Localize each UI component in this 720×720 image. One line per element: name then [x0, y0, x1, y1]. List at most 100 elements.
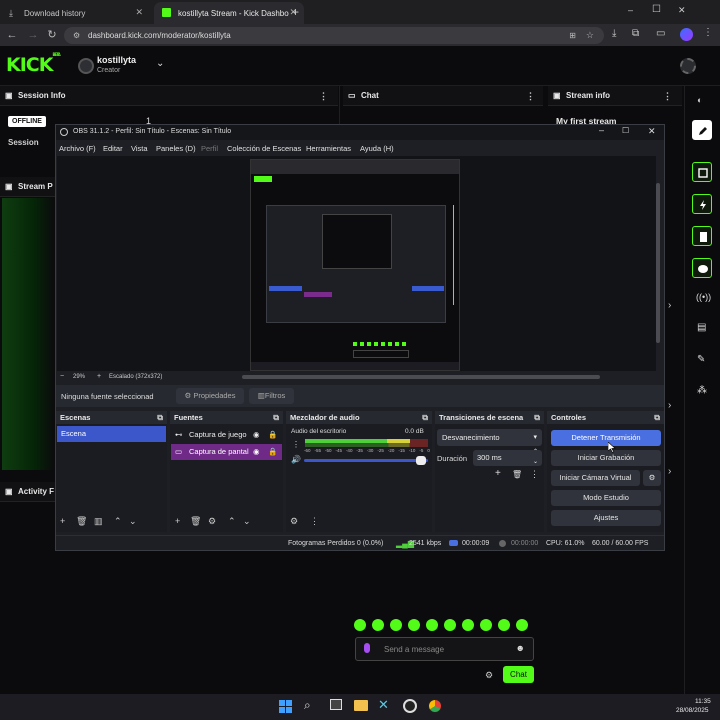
advanced-audio-icon[interactable]: ⚙	[290, 516, 298, 527]
start-recording-button[interactable]: Iniciar Grabación	[551, 450, 661, 466]
notes-button[interactable]	[692, 226, 712, 246]
kick-profile-avatar[interactable]	[680, 58, 696, 74]
preview-horizontal-scrollbar[interactable]	[242, 375, 600, 379]
forward-icon[interactable]: →	[26, 28, 40, 42]
layout-icon[interactable]: ▤	[697, 322, 706, 333]
dock-float-icon[interactable]: ⧉	[273, 411, 279, 424]
dock-float-icon[interactable]: ⧉	[422, 411, 428, 424]
start-virtual-camera-button[interactable]: Iniciar Cámara Virtual	[551, 470, 640, 486]
remove-transition-icon[interactable]: 🗑	[512, 470, 522, 479]
scene-item[interactable]: Escena	[57, 426, 166, 442]
site-info-icon[interactable]: ⚙	[73, 27, 80, 44]
minimize-button[interactable]: –	[628, 5, 633, 15]
source-item[interactable]: ⊷ Captura de juego ◉ 🔒	[171, 427, 282, 443]
menu-paneles[interactable]: Paneles (D)	[156, 144, 196, 153]
tab-download-history[interactable]: ⤓ Download history ✕	[0, 2, 150, 24]
menu-herramientas[interactable]: Herramientas	[306, 144, 351, 153]
obs-close-button[interactable]: ✕	[648, 126, 656, 137]
studio-mode-button[interactable]: Modo Estudio	[551, 490, 661, 506]
obs-taskbar-icon[interactable]	[403, 699, 417, 713]
back-icon[interactable]: ←	[5, 28, 19, 42]
obs-preview-frame[interactable]	[250, 159, 460, 371]
emote-icon[interactable]	[462, 619, 474, 631]
new-tab-button[interactable]: +	[292, 5, 299, 19]
chevron-right-icon[interactable]: ›	[668, 400, 671, 411]
chevron-right-icon[interactable]: ›	[668, 466, 671, 477]
emote-icon[interactable]	[444, 619, 456, 631]
move-down-icon[interactable]: ⌄	[129, 516, 137, 527]
start-button[interactable]	[279, 700, 292, 713]
extensions-icon[interactable]: ⧉	[632, 28, 639, 39]
speaker-icon[interactable]: 🔊	[291, 455, 301, 464]
emote-icon[interactable]	[354, 619, 366, 631]
zoom-in-icon[interactable]: +	[97, 373, 101, 380]
transition-menu-icon[interactable]: ⋮	[530, 469, 539, 480]
visibility-eye-icon[interactable]: ◉	[253, 444, 260, 460]
virtual-camera-settings-button[interactable]: ⚙	[643, 470, 661, 486]
emote-icon[interactable]	[516, 619, 528, 631]
chrome-taskbar-icon[interactable]	[428, 699, 442, 713]
add-transition-icon[interactable]: +	[495, 468, 501, 479]
stream-preview-video[interactable]	[2, 198, 54, 470]
volume-slider[interactable]	[304, 456, 428, 465]
menu-vista[interactable]: Vista	[131, 144, 148, 153]
more-options-icon[interactable]: ⋮	[319, 86, 328, 106]
maximize-button[interactable]: ☐	[652, 4, 661, 15]
add-icon[interactable]: +	[175, 516, 180, 526]
lock-icon[interactable]: 🔒	[268, 444, 277, 460]
close-window-button[interactable]: ✕	[678, 5, 686, 16]
close-icon[interactable]: ✕	[135, 7, 143, 18]
mixer-menu-icon[interactable]: ⋮	[310, 516, 319, 527]
gear-icon[interactable]: ⚙	[208, 516, 216, 527]
emote-icon[interactable]	[408, 619, 420, 631]
trash-icon[interactable]: 🗑	[76, 516, 87, 527]
browser-menu-icon[interactable]: ⋮	[703, 27, 713, 38]
mixer-options-icon[interactable]: ⋮	[292, 440, 300, 449]
avatar[interactable]	[78, 58, 94, 74]
wrench-icon[interactable]: ✎	[697, 354, 705, 365]
task-view-icon[interactable]	[330, 699, 342, 710]
dock-float-icon[interactable]: ⧉	[534, 411, 540, 424]
chevron-right-icon[interactable]: ›	[668, 300, 671, 311]
kick-logo[interactable]: KICKBETA	[6, 52, 61, 76]
file-explorer-icon[interactable]	[354, 700, 368, 711]
chevron-down-icon[interactable]: ⌄	[156, 58, 164, 69]
chat-input[interactable]: Send a message ☻	[355, 637, 534, 661]
obs-minimize-button[interactable]: –	[599, 125, 604, 135]
downloads-icon[interactable]: ⤓	[612, 28, 616, 39]
settings-button[interactable]: Ajustes	[551, 510, 661, 526]
bookmark-star-icon[interactable]: ☆	[586, 27, 594, 44]
chat-tool-button[interactable]	[692, 258, 712, 278]
dock-float-icon[interactable]: ⧉	[157, 411, 163, 424]
trash-icon[interactable]: 🗑	[190, 516, 201, 527]
menu-perfil[interactable]: Perfil	[201, 144, 218, 153]
boost-button[interactable]	[692, 194, 712, 214]
obs-maximize-button[interactable]: ☐	[622, 126, 629, 135]
emote-icon[interactable]	[372, 619, 384, 631]
stepper-arrows-icon[interactable]: ⌃ ⌄	[533, 447, 538, 467]
zoom-out-icon[interactable]: −	[60, 373, 64, 380]
more-options-icon[interactable]: ⋮	[526, 86, 535, 106]
menu-editar[interactable]: Editar	[103, 144, 123, 153]
moon-icon[interactable]: ◐	[697, 95, 702, 105]
preview-vertical-scrollbar[interactable]	[656, 183, 660, 343]
properties-button[interactable]: ⚙ Propiedades	[176, 388, 244, 404]
collapse-icon[interactable]: ▣	[5, 86, 13, 106]
translate-icon[interactable]: ⊞	[569, 27, 576, 44]
profile-avatar[interactable]	[680, 28, 693, 41]
more-options-icon[interactable]: ⋮	[663, 86, 672, 106]
emote-icon[interactable]	[498, 619, 510, 631]
volume-slider-handle[interactable]	[416, 456, 426, 465]
filters-button[interactable]: ▥Filtros	[249, 388, 294, 404]
source-item[interactable]: ▭ Captura de pantal ◉ 🔒	[171, 444, 282, 460]
transition-select[interactable]: Desvanecimiento ▾	[437, 429, 542, 446]
people-icon[interactable]: ⁂	[697, 385, 707, 396]
taskbar-clock-date[interactable]: 28/08/2025	[676, 707, 709, 714]
menu-ayuda[interactable]: Ayuda (H)	[360, 144, 394, 153]
tab-kick-dashboard[interactable]: kostillyta Stream - Kick Dashbo ✕	[154, 2, 304, 24]
chat-settings-icon[interactable]: ⚙	[485, 670, 493, 681]
emote-icon[interactable]	[480, 619, 492, 631]
menu-coleccion[interactable]: Colección de Escenas	[227, 144, 301, 153]
xbox-app-icon[interactable]: ✕	[378, 697, 389, 713]
chat-send-button[interactable]: Chat	[503, 666, 534, 683]
